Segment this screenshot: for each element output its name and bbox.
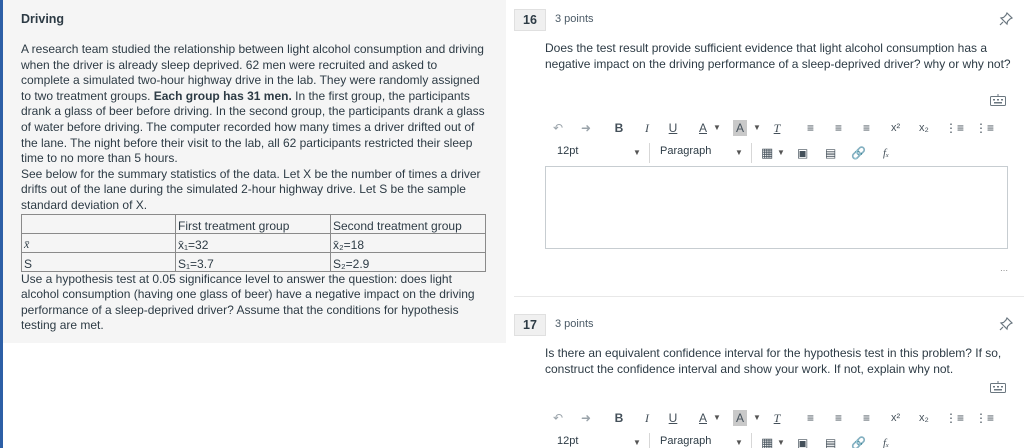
table-cell: S₁=3.7 — [175, 251, 331, 272]
undo-icon[interactable]: ↶ — [553, 118, 563, 138]
highlight-button[interactable]: A — [733, 410, 747, 426]
answer-editor-16[interactable] — [545, 166, 1008, 249]
chevron-down-icon[interactable]: ▼ — [713, 118, 721, 138]
formula-button[interactable]: fₓ — [883, 433, 889, 448]
context-title: Driving — [21, 12, 65, 26]
underline-button[interactable]: U — [667, 408, 679, 428]
question-16: 16 3 points Does the test result provide… — [514, 9, 1020, 72]
superscript-button[interactable]: x² — [891, 118, 900, 138]
clear-format-button[interactable]: T — [771, 118, 783, 138]
question-header: 17 3 points — [514, 314, 1020, 336]
table-cell: x̄ — [21, 232, 176, 253]
pin-icon[interactable] — [998, 11, 1014, 27]
underline-button[interactable]: U — [667, 118, 679, 138]
font-size-select[interactable]: 12pt — [557, 435, 578, 447]
table-icon[interactable]: ▦ — [761, 143, 773, 163]
align-left-icon[interactable]: ≡ — [807, 118, 814, 138]
link-icon[interactable]: 🔗 — [851, 143, 866, 163]
highlight-button[interactable]: A — [733, 120, 747, 136]
context-paragraph-3: Use a hypothesis test at 0.05 significan… — [21, 271, 475, 333]
chevron-down-icon[interactable]: ▼ — [713, 408, 721, 428]
keyboard-icon[interactable] — [990, 381, 1006, 393]
question-number: 17 — [514, 314, 546, 336]
toolbar-divider — [649, 433, 650, 448]
resize-handle-icon[interactable]: ⋯ — [1000, 266, 1008, 275]
chevron-down-icon[interactable]: ▼ — [753, 408, 761, 428]
table-header-cell: First treatment group — [175, 213, 331, 234]
editor-toolbar-17: ↶ ➜ B I U A ▼ A ▼ T ≡ ≡ ≡ x² x₂ ⋮≡ ⋮≡ — [545, 408, 1007, 430]
chevron-down-icon[interactable]: ▼ — [735, 143, 743, 163]
align-left-icon[interactable]: ≡ — [807, 408, 814, 428]
question-17: 17 3 points Is there an equivalent confi… — [514, 314, 1020, 377]
italic-button[interactable]: I — [641, 408, 653, 428]
table-cell: S₂=2.9 — [330, 251, 486, 272]
clear-format-button[interactable]: T — [771, 408, 783, 428]
summary-stats-table: First treatment group Second treatment g… — [21, 213, 486, 272]
table-row: S S₁=3.7 S₂=2.9 — [21, 251, 486, 272]
link-icon[interactable]: 🔗 — [851, 433, 866, 448]
redo-icon[interactable]: ➜ — [581, 118, 591, 138]
numbered-list-icon[interactable]: ⋮≡ — [975, 408, 994, 428]
numbered-list-icon[interactable]: ⋮≡ — [975, 118, 994, 138]
block-format-select[interactable]: Paragraph — [660, 145, 711, 157]
editor-toolbar-17-row2: 12pt ▼ Paragraph ▼ ▦ ▼ ▣ ▤ 🔗 fₓ — [545, 433, 1007, 448]
font-size-select[interactable]: 12pt — [557, 145, 578, 157]
table-header-cell: Second treatment group — [330, 213, 486, 234]
pin-icon[interactable] — [998, 316, 1014, 332]
chevron-down-icon[interactable]: ▼ — [633, 143, 641, 163]
subscript-button[interactable]: x₂ — [919, 408, 929, 428]
subscript-button[interactable]: x₂ — [919, 118, 929, 138]
formula-button[interactable]: fₓ — [883, 143, 889, 163]
question-number: 16 — [514, 9, 546, 31]
align-center-icon[interactable]: ≡ — [835, 408, 842, 428]
font-color-button[interactable]: A — [697, 408, 709, 428]
table-row: First treatment group Second treatment g… — [21, 213, 486, 234]
chevron-down-icon[interactable]: ▼ — [777, 143, 785, 163]
question-divider — [514, 296, 1024, 297]
bullet-list-icon[interactable]: ⋮≡ — [945, 408, 964, 428]
question-context-panel: Driving A research team studied the rela… — [3, 0, 506, 343]
context-paragraph-1: A research team studied the relationship… — [21, 42, 488, 167]
question-text: Does the test result provide sufficient … — [545, 41, 1011, 71]
editor-toolbar-16-row2: 12pt ▼ Paragraph ▼ ▦ ▼ ▣ ▤ 🔗 fₓ — [545, 143, 1007, 163]
align-right-icon[interactable]: ≡ — [863, 118, 870, 138]
table-cell: x̄₂=18 — [330, 232, 486, 253]
image-icon[interactable]: ▣ — [797, 433, 808, 448]
toolbar-divider — [649, 143, 650, 163]
undo-icon[interactable]: ↶ — [553, 408, 563, 428]
block-format-select[interactable]: Paragraph — [660, 435, 711, 447]
font-color-button[interactable]: A — [697, 118, 709, 138]
align-right-icon[interactable]: ≡ — [863, 408, 870, 428]
table-icon[interactable]: ▦ — [761, 433, 773, 448]
bullet-list-icon[interactable]: ⋮≡ — [945, 118, 964, 138]
question-header: 16 3 points — [514, 9, 1020, 31]
table-cell: S — [21, 251, 176, 272]
table-cell — [21, 213, 176, 234]
image-icon[interactable]: ▣ — [797, 143, 808, 163]
bold-button[interactable]: B — [613, 118, 625, 138]
context-paragraph-1-bold: Each group has 31 men. — [153, 88, 292, 103]
table-cell: x̄₁=32 — [175, 232, 331, 253]
chevron-down-icon[interactable]: ▼ — [753, 118, 761, 138]
chevron-down-icon[interactable]: ▼ — [633, 433, 641, 448]
redo-icon[interactable]: ➜ — [581, 408, 591, 428]
context-paragraph-2: See below for the summary statistics of … — [21, 166, 481, 212]
question-points: 3 points — [555, 318, 594, 330]
table-row: x̄ x̄₁=32 x̄₂=18 — [21, 232, 486, 253]
align-center-icon[interactable]: ≡ — [835, 118, 842, 138]
media-icon[interactable]: ▤ — [825, 143, 836, 163]
question-text: Is there an equivalent confidence interv… — [545, 346, 1002, 376]
question-points: 3 points — [555, 13, 594, 25]
italic-button[interactable]: I — [641, 118, 653, 138]
superscript-button[interactable]: x² — [891, 408, 900, 428]
media-icon[interactable]: ▤ — [825, 433, 836, 448]
toolbar-divider — [751, 433, 752, 448]
bold-button[interactable]: B — [613, 408, 625, 428]
chevron-down-icon[interactable]: ▼ — [777, 433, 785, 448]
chevron-down-icon[interactable]: ▼ — [735, 433, 743, 448]
toolbar-divider — [751, 143, 752, 163]
keyboard-icon[interactable] — [990, 94, 1006, 106]
editor-toolbar-16: ↶ ➜ B I U A ▼ A ▼ T ≡ ≡ ≡ x² x₂ ⋮≡ ⋮≡ — [545, 118, 1007, 140]
